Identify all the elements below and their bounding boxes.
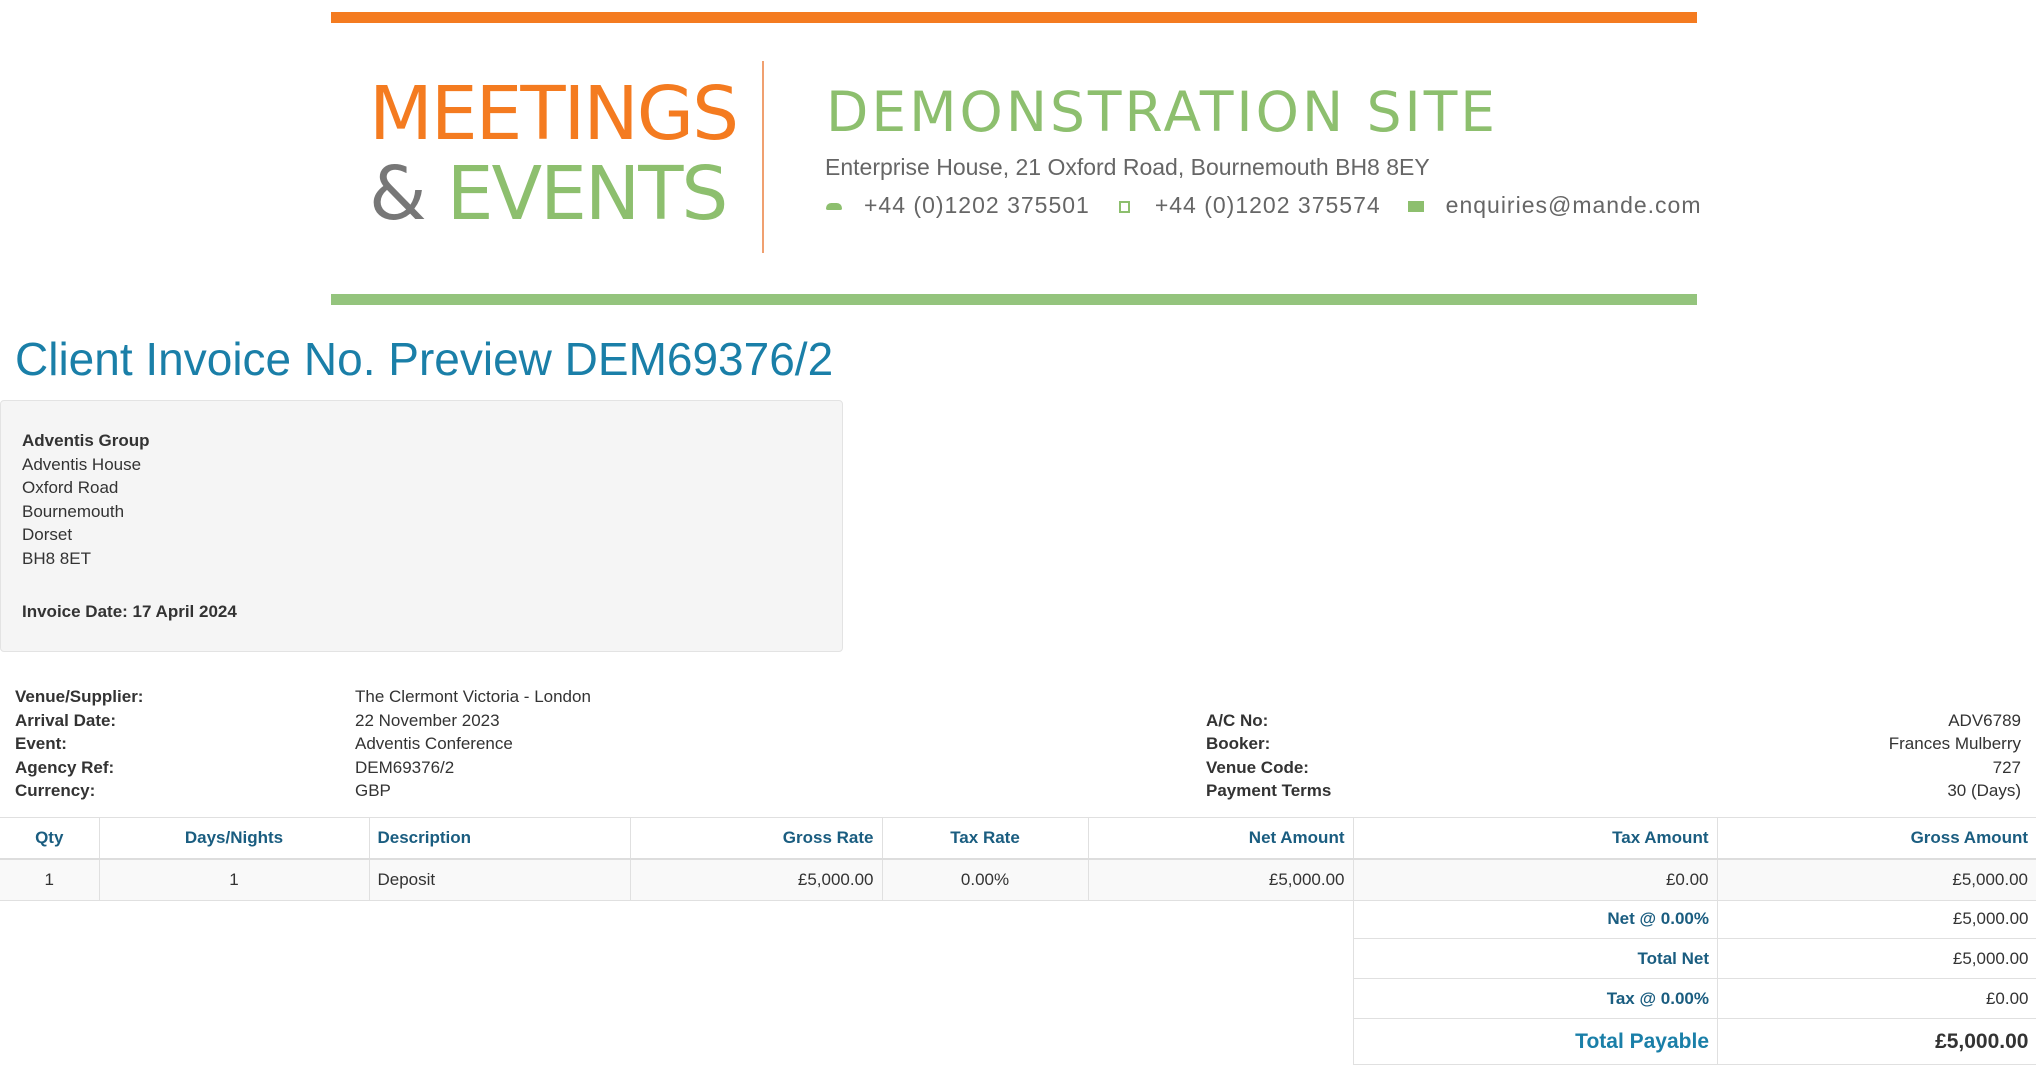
logo-events-line: & EVENTS: [369, 151, 728, 237]
column-header-qty: Qty: [0, 817, 100, 860]
column-header-gross-rate: Gross Rate: [630, 817, 883, 860]
logo-events-text: EVENTS: [446, 151, 729, 237]
cell-tax-rate: 0.00%: [882, 859, 1089, 901]
cell-gross-amount: £5,000.00: [1717, 859, 2036, 901]
detail-value: DEM69376/2: [355, 757, 455, 777]
cell-days-nights: 1: [99, 859, 370, 901]
invoice-date-label: Invoice Date:: [22, 602, 128, 621]
column-header-gross-amount: Gross Amount: [1717, 817, 2036, 860]
column-header-tax-amount: Tax Amount: [1353, 817, 1718, 860]
cell-net-amount: £5,000.00: [1088, 859, 1354, 901]
cell-description: Deposit: [369, 859, 631, 901]
banner-bottom-stripe: [331, 294, 1697, 305]
table-header-row: Qty Days/Nights Description Gross Rate T…: [0, 817, 2036, 860]
client-address: Adventis Group Adventis House Oxford Roa…: [22, 429, 150, 571]
detail-row: Event: Adventis Conference Booker: Franc…: [15, 732, 2021, 756]
cell-qty: 1: [0, 859, 100, 901]
page-title: Client Invoice No. Preview DEM69376/2: [15, 333, 834, 385]
detail-label: Event:: [15, 734, 67, 754]
client-name: Adventis Group: [22, 431, 150, 450]
logo-meetings-text: MEETINGS: [369, 71, 739, 157]
detail-label: Currency:: [15, 781, 96, 801]
invoice-date-value: 17 April 2024: [132, 602, 237, 621]
client-address-card: Adventis Group Adventis House Oxford Roa…: [0, 400, 843, 652]
client-address-line: Dorset: [22, 525, 73, 545]
detail-value: The Clermont Victoria - London: [355, 687, 591, 706]
client-address-line: Oxford Road: [22, 478, 119, 498]
logo-ampersand: &: [369, 151, 427, 237]
detail-label: Agency Ref:: [15, 757, 115, 777]
detail-label: Arrival Date:: [15, 710, 117, 730]
detail-row: Venue/Supplier: The Clermont Victoria - …: [15, 685, 2021, 709]
detail-value: GBP: [355, 781, 391, 801]
banner-top-stripe: [331, 12, 1697, 23]
detail-label: Venue/Supplier:: [15, 687, 144, 706]
phone-icon: [825, 198, 843, 214]
fax-icon: [1116, 198, 1134, 214]
cell-tax-amount: £0.00: [1353, 859, 1718, 901]
column-header-tax-rate: Tax Rate: [882, 817, 1089, 860]
column-header-description: Description: [369, 817, 631, 860]
detail-value: 727: [1992, 757, 2021, 777]
client-address-line: Bournemouth: [22, 501, 125, 521]
totals-label: Tax @ 0.00%: [1353, 978, 1718, 1019]
line-items-table: Qty Days/Nights Description Gross Rate T…: [0, 817, 2036, 901]
detail-label: Booker:: [1206, 734, 1271, 754]
email-icon: [1407, 198, 1425, 214]
phone-number: +44 (0)1202 375501: [864, 192, 1090, 218]
contact-row: +44 (0)1202 375501 +44 (0)1202 375574 en…: [825, 192, 1728, 219]
detail-value: ADV6789: [1948, 710, 2021, 730]
client-address-line: Adventis House: [22, 454, 142, 474]
detail-value: Frances Mulberry: [1888, 734, 2021, 754]
detail-row: Arrival Date: 22 November 2023 A/C No: A…: [15, 709, 2021, 733]
client-address-line: BH8 8ET: [22, 548, 91, 568]
fax-number: +44 (0)1202 375574: [1154, 192, 1381, 218]
detail-row: Currency: GBP Payment Terms 30 (Days): [15, 779, 2021, 803]
column-header-days-nights: Days/Nights: [99, 817, 370, 860]
detail-label: A/C No:: [1206, 710, 1269, 730]
site-title: DEMONSTRATION SITE: [826, 80, 1499, 144]
totals-value: £0.00: [1717, 978, 2036, 1019]
company-logo: MEETINGS & EVENTS: [369, 71, 739, 244]
totals-label: Net @ 0.00%: [1353, 899, 1718, 939]
total-payable-value: £5,000.00: [1717, 1018, 2036, 1065]
table-row: 1 1 Deposit £5,000.00 0.00% £5,000.00 £0…: [0, 859, 2036, 901]
letterhead-banner: MEETINGS & EVENTS DEMONSTRATION SITE Ente…: [331, 12, 1701, 305]
totals-row: Tax @ 0.00% £0.00: [1353, 978, 2036, 1019]
company-address: Enterprise House, 21 Oxford Road, Bourne…: [825, 154, 1430, 180]
totals-value: £5,000.00: [1717, 938, 2036, 979]
totals-label: Total Net: [1353, 938, 1718, 979]
column-header-net-amount: Net Amount: [1088, 817, 1354, 860]
detail-value: 22 November 2023: [355, 710, 500, 730]
total-payable-row: Total Payable £5,000.00: [1353, 1018, 2036, 1065]
detail-label: Venue Code:: [1206, 757, 1309, 777]
detail-label: Payment Terms: [1206, 781, 1332, 801]
invoice-date: Invoice Date: 17 April 2024: [22, 602, 237, 622]
totals-value: £5,000.00: [1717, 899, 2036, 939]
total-payable-label: Total Payable: [1353, 1018, 1718, 1065]
detail-value: Adventis Conference: [355, 734, 513, 754]
totals-table: Net @ 0.00% £5,000.00 Total Net £5,000.0…: [1353, 899, 2036, 1065]
detail-row: Agency Ref: DEM69376/2 Venue Code: 727: [15, 756, 2021, 780]
totals-row: Total Net £5,000.00: [1353, 938, 2036, 979]
cell-gross-rate: £5,000.00: [630, 859, 883, 901]
email-address: enquiries@mande.com: [1445, 192, 1702, 218]
detail-value: 30 (Days): [1947, 781, 2021, 801]
totals-row: Net @ 0.00% £5,000.00: [1353, 899, 2036, 939]
banner-divider: [762, 61, 764, 253]
